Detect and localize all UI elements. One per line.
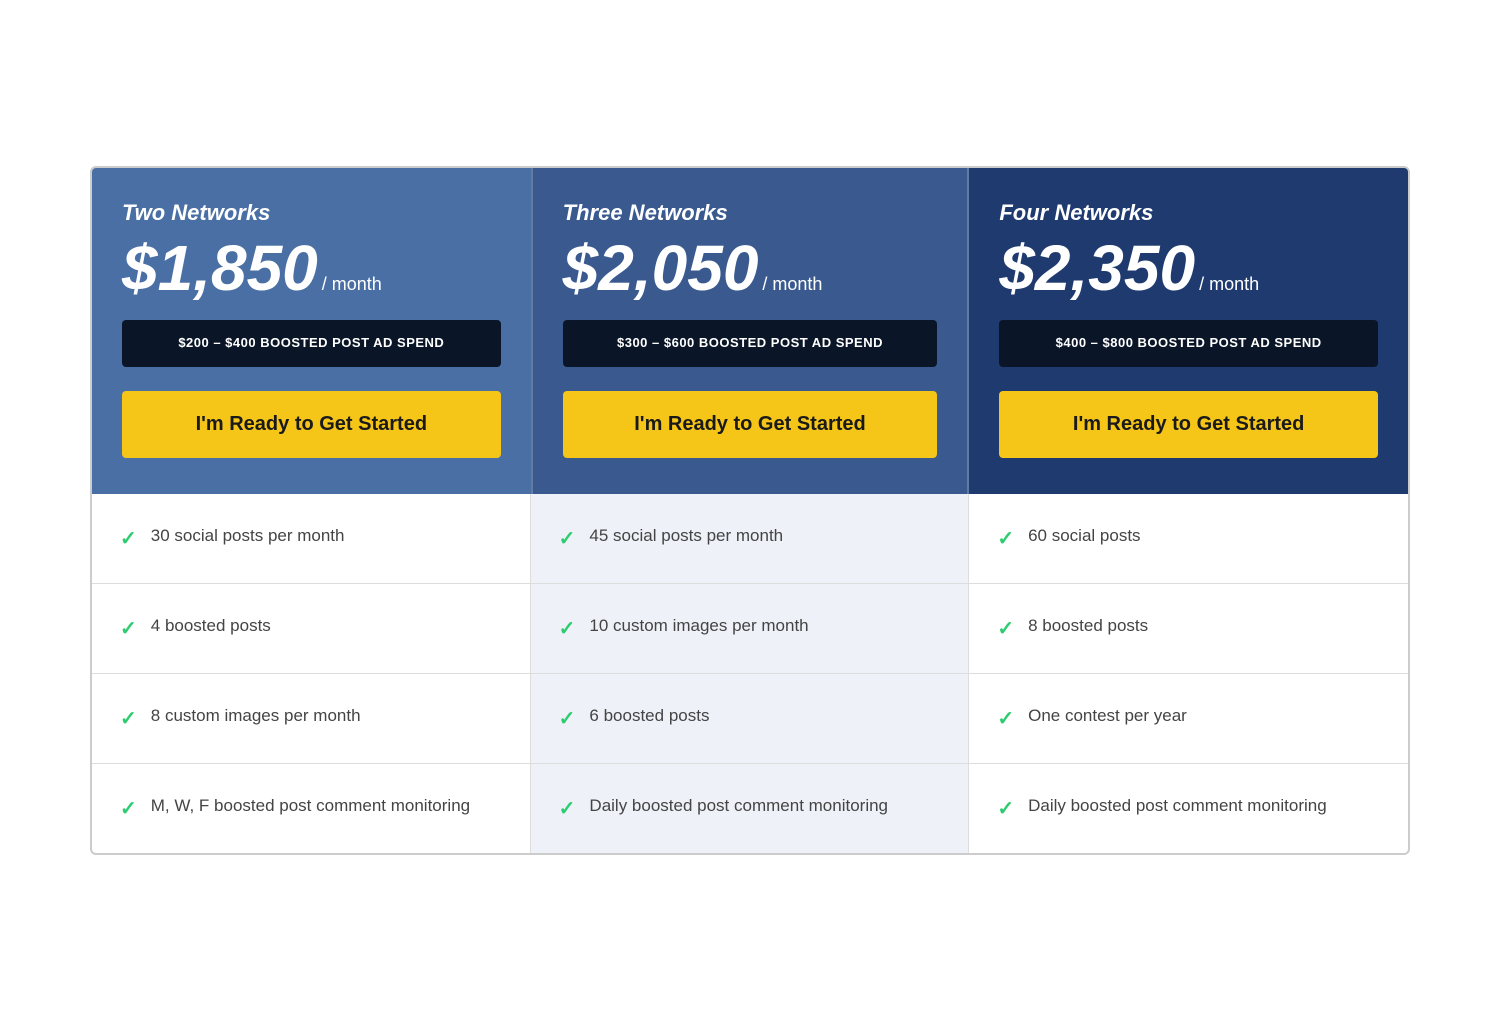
feature-cell-3-1: ✓ 8 custom images per month (92, 674, 531, 763)
plan-name-3: Four Networks (999, 200, 1378, 226)
plan-header-2: Three Networks $2,050 / month $300 – $60… (531, 168, 970, 493)
feature-text-1-2: 45 social posts per month (589, 524, 783, 548)
feature-cell-4-2: ✓ Daily boosted post comment monitoring (531, 764, 970, 853)
check-icon: ✓ (120, 795, 137, 823)
check-icon: ✓ (559, 615, 576, 643)
plan-ad-spend-3: $400 – $800 BOOSTED POST AD SPEND (999, 320, 1378, 366)
plan-price-1: $1,850 (122, 236, 318, 300)
feature-cell-2-3: ✓ 8 boosted posts (969, 584, 1408, 673)
pricing-features: ✓ 30 social posts per month ✓ 45 social … (92, 494, 1408, 853)
feature-text-4-3: Daily boosted post comment monitoring (1028, 794, 1327, 818)
feature-text-4-1: M, W, F boosted post comment monitoring (151, 794, 470, 818)
feature-cell-2-1: ✓ 4 boosted posts (92, 584, 531, 673)
plan-ad-spend-1: $200 – $400 BOOSTED POST AD SPEND (122, 320, 501, 366)
check-icon: ✓ (120, 705, 137, 733)
plan-cta-button-2[interactable]: I'm Ready to Get Started (563, 391, 938, 458)
feature-text-1-3: 60 social posts (1028, 524, 1140, 548)
check-icon: ✓ (997, 525, 1014, 553)
plan-name-1: Two Networks (122, 200, 501, 226)
plan-period-3: / month (1199, 274, 1259, 295)
feature-cell-3-2: ✓ 6 boosted posts (531, 674, 970, 763)
plan-cta-button-3[interactable]: I'm Ready to Get Started (999, 391, 1378, 458)
feature-text-2-3: 8 boosted posts (1028, 614, 1148, 638)
feature-row-4: ✓ M, W, F boosted post comment monitorin… (92, 764, 1408, 853)
feature-cell-1-2: ✓ 45 social posts per month (531, 494, 970, 583)
check-icon: ✓ (559, 795, 576, 823)
plan-header-3: Four Networks $2,350 / month $400 – $800… (969, 168, 1408, 493)
plan-price-row-3: $2,350 / month (999, 236, 1378, 300)
feature-row-3: ✓ 8 custom images per month ✓ 6 boosted … (92, 674, 1408, 764)
check-icon: ✓ (997, 705, 1014, 733)
check-icon: ✓ (997, 795, 1014, 823)
plan-ad-spend-2: $300 – $600 BOOSTED POST AD SPEND (563, 320, 938, 366)
plan-period-2: / month (762, 274, 822, 295)
check-icon: ✓ (559, 705, 576, 733)
check-icon: ✓ (120, 525, 137, 553)
check-icon: ✓ (997, 615, 1014, 643)
feature-row-1: ✓ 30 social posts per month ✓ 45 social … (92, 494, 1408, 584)
plan-cta-button-1[interactable]: I'm Ready to Get Started (122, 391, 501, 458)
feature-row-2: ✓ 4 boosted posts ✓ 10 custom images per… (92, 584, 1408, 674)
pricing-header: Two Networks $1,850 / month $200 – $400 … (92, 168, 1408, 493)
plan-header-1: Two Networks $1,850 / month $200 – $400 … (92, 168, 531, 493)
feature-cell-2-2: ✓ 10 custom images per month (531, 584, 970, 673)
feature-cell-4-1: ✓ M, W, F boosted post comment monitorin… (92, 764, 531, 853)
feature-text-2-1: 4 boosted posts (151, 614, 271, 638)
feature-text-4-2: Daily boosted post comment monitoring (589, 794, 888, 818)
feature-cell-1-1: ✓ 30 social posts per month (92, 494, 531, 583)
plan-price-row-2: $2,050 / month (563, 236, 938, 300)
feature-text-3-2: 6 boosted posts (589, 704, 709, 728)
feature-cell-4-3: ✓ Daily boosted post comment monitoring (969, 764, 1408, 853)
feature-text-3-1: 8 custom images per month (151, 704, 361, 728)
feature-cell-3-3: ✓ One contest per year (969, 674, 1408, 763)
plan-name-2: Three Networks (563, 200, 938, 226)
plan-price-2: $2,050 (563, 236, 759, 300)
pricing-table: Two Networks $1,850 / month $200 – $400 … (90, 166, 1410, 854)
feature-text-3-3: One contest per year (1028, 704, 1187, 728)
check-icon: ✓ (559, 525, 576, 553)
plan-period-1: / month (322, 274, 382, 295)
plan-price-3: $2,350 (999, 236, 1195, 300)
feature-text-1-1: 30 social posts per month (151, 524, 345, 548)
feature-cell-1-3: ✓ 60 social posts (969, 494, 1408, 583)
feature-text-2-2: 10 custom images per month (589, 614, 808, 638)
check-icon: ✓ (120, 615, 137, 643)
plan-price-row-1: $1,850 / month (122, 236, 501, 300)
